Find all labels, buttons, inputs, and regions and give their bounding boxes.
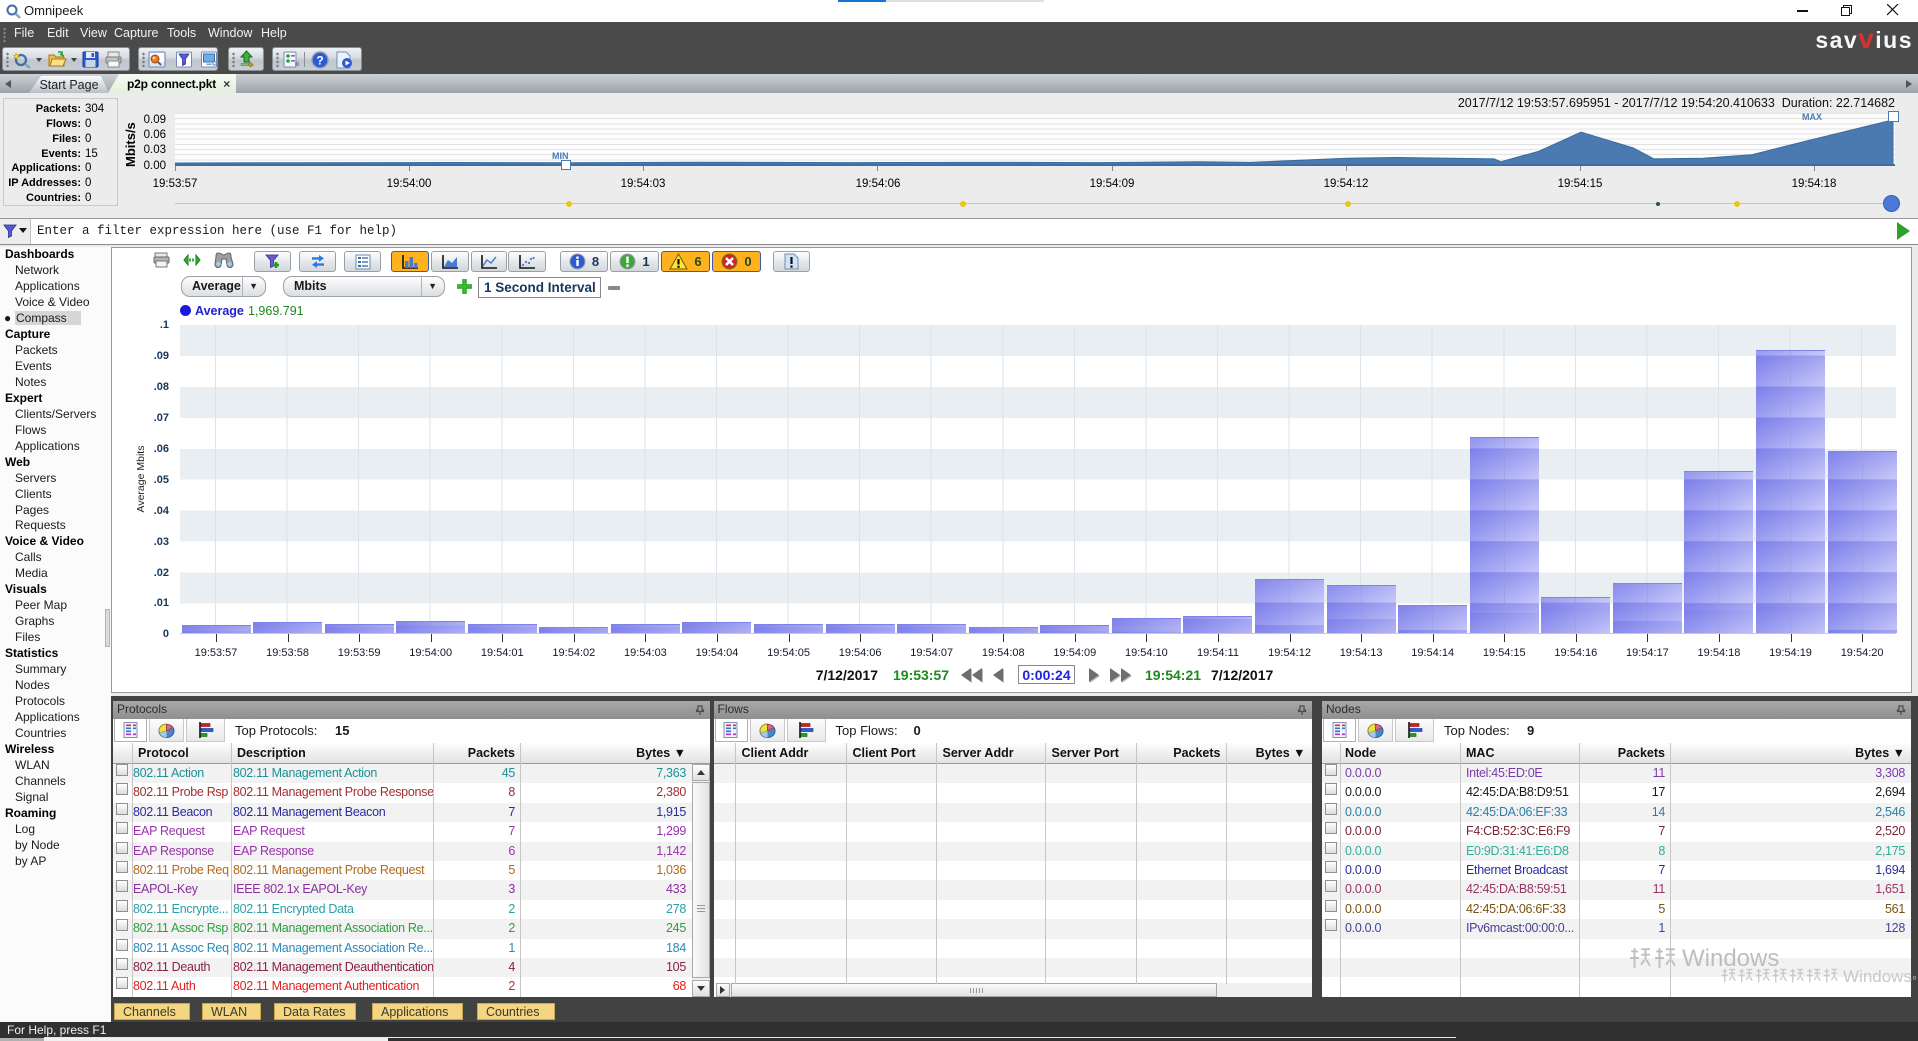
- svg-text:?: ?: [316, 53, 323, 67]
